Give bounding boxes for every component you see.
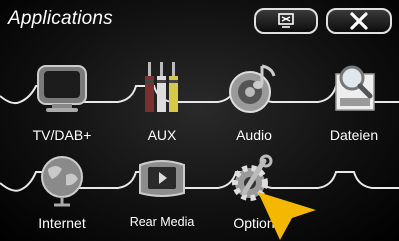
globe-icon	[41, 156, 83, 207]
app-label-dateien: Dateien	[329, 127, 379, 143]
app-tile-internet[interactable]: Internet	[14, 153, 110, 241]
app-tile-aux[interactable]: AUX	[114, 58, 210, 158]
app-tile-dateien[interactable]: Dateien	[306, 58, 399, 158]
app-label-tv: TV/DAB+	[32, 127, 92, 143]
app-tile-audio[interactable]: Audio	[206, 58, 302, 158]
rear-media-icon	[139, 160, 185, 197]
aux-cable-icon	[145, 62, 178, 112]
app-label-audio: Audio	[236, 127, 272, 143]
tv-icon	[37, 65, 87, 112]
pointer-arrow-icon	[258, 192, 316, 240]
app-label-internet: Internet	[38, 215, 86, 231]
app-screen: Applications TV/DAB+ AUX Audio Dateien I…	[0, 0, 399, 241]
speaker-music-icon	[229, 64, 276, 113]
app-tile-rear-media[interactable]: Rear Media	[114, 153, 210, 241]
file-search-icon	[335, 65, 375, 111]
app-tile-tv[interactable]: TV/DAB+	[14, 58, 110, 158]
